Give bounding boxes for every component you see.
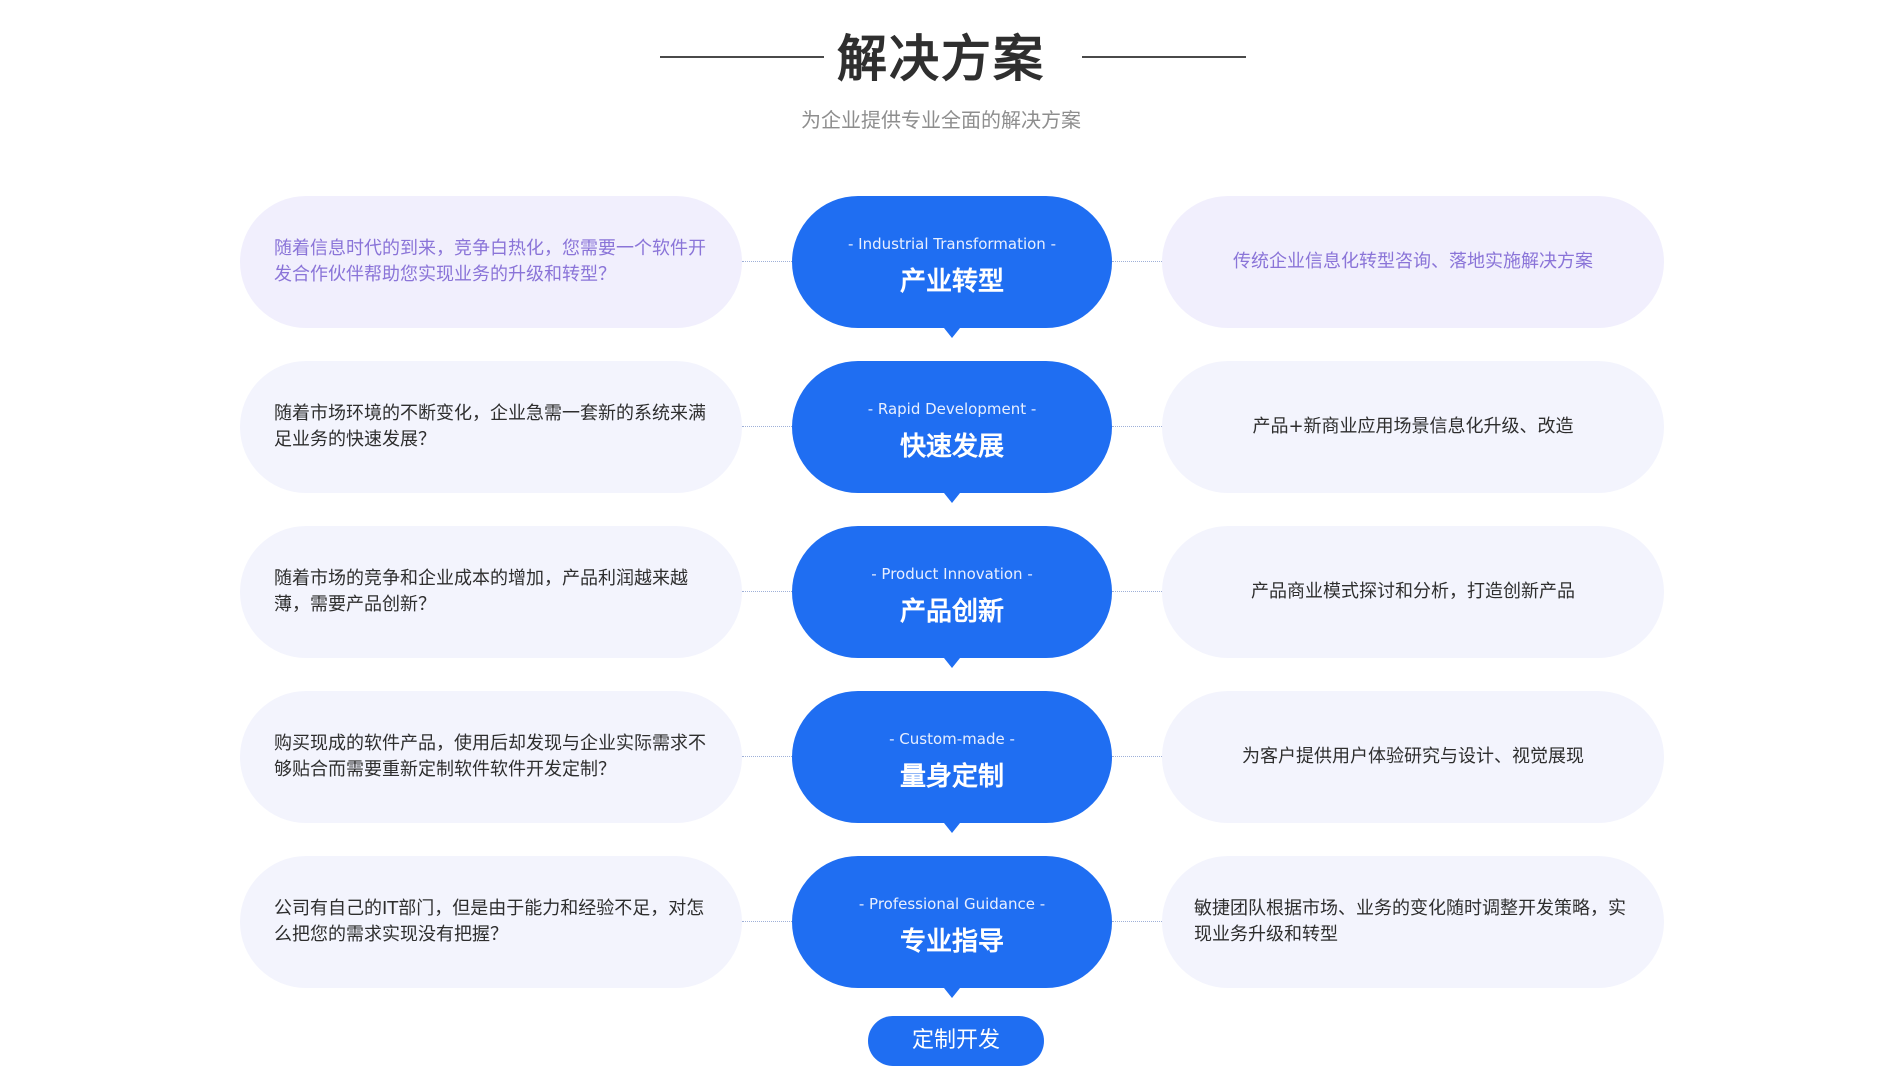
- connector-line-left: [742, 426, 792, 427]
- solution-pill-title: 快速发展: [899, 432, 1004, 462]
- connector-line-right: [1112, 426, 1162, 427]
- solution-row-custom-made: 购买现成的软件产品，使用后却发现与企业实际需求不够贴合而需要重新定制软件软件开发…: [0, 691, 1882, 833]
- solution-pill-english: - Custom-made -: [889, 730, 1015, 748]
- solution-bubble: 敏捷团队根据市场、业务的变化随时调整开发策略，实现业务升级和转型: [1162, 856, 1664, 988]
- solution-pill-professional-guidance[interactable]: - Professional Guidance - 专业指导: [792, 856, 1112, 998]
- connector-line-left: [742, 261, 792, 262]
- solution-text: 传统企业信息化转型咨询、落地实施解决方案: [1233, 251, 1593, 272]
- connector-line-right: [1112, 756, 1162, 757]
- solution-pill-english: - Professional Guidance -: [858, 895, 1046, 913]
- problem-text: 随着市场的竞争和企业成本的增加，产品利润越来越薄，需要产品创新？: [274, 568, 688, 615]
- solution-row-professional-guidance: 公司有自己的IT部门，但是由于能力和经验不足，对怎么把您的需求实现没有把握？ -…: [0, 856, 1882, 998]
- solution-pill-rapid-development[interactable]: - Rapid Development - 快速发展: [792, 361, 1112, 503]
- connector-line-left: [742, 591, 792, 592]
- solution-bubble: 传统企业信息化转型咨询、落地实施解决方案: [1162, 196, 1664, 328]
- page-title: 解决方案: [837, 30, 1045, 88]
- solution-row-rapid-development: 随着市场环境的不断变化，企业急需一套新的系统来满足业务的快速发展？ - Rapi…: [0, 361, 1882, 503]
- problem-bubble: 公司有自己的IT部门，但是由于能力和经验不足，对怎么把您的需求实现没有把握？: [240, 856, 742, 988]
- solution-pill-title: 产业转型: [899, 267, 1004, 297]
- connector-line-left: [742, 756, 792, 757]
- solution-bubble: 产品商业模式探讨和分析，打造创新产品: [1162, 526, 1664, 658]
- connector-line-right: [1112, 921, 1162, 922]
- connector-line-left: [742, 921, 792, 922]
- connector-line-right: [1112, 261, 1162, 262]
- solution-pill-english: - Product Innovation -: [871, 565, 1033, 583]
- solution-row-product-innovation: 随着市场的竞争和企业成本的增加，产品利润越来越薄，需要产品创新？ - Produ…: [0, 526, 1882, 668]
- solution-text: 产品商业模式探讨和分析，打造创新产品: [1251, 581, 1575, 602]
- solution-pill-title: 量身定制: [899, 762, 1004, 792]
- solution-pill-title: 专业指导: [899, 927, 1004, 957]
- solution-pill-title: 产品创新: [899, 597, 1004, 627]
- solution-bubble: 产品+新商业应用场景信息化升级、改造: [1162, 361, 1664, 493]
- problem-text: 随着市场环境的不断变化，企业急需一套新的系统来满足业务的快速发展？: [274, 403, 706, 450]
- problem-bubble: 购买现成的软件产品，使用后却发现与企业实际需求不够贴合而需要重新定制软件软件开发…: [240, 691, 742, 823]
- solutions-section: 解决方案 为企业提供专业全面的解决方案 随着信息时代的到来，竞争白热化，您需要一…: [0, 0, 1882, 1075]
- problem-text: 购买现成的软件产品，使用后却发现与企业实际需求不够贴合而需要重新定制软件软件开发…: [274, 733, 706, 780]
- problem-bubble: 随着市场环境的不断变化，企业急需一套新的系统来满足业务的快速发展？: [240, 361, 742, 493]
- solution-text: 为客户提供用户体验研究与设计、视觉展现: [1242, 746, 1584, 767]
- problem-bubble: 随着信息时代的到来，竞争白热化，您需要一个软件开发合作伙伴帮助您实现业务的升级和…: [240, 196, 742, 328]
- solution-pill-english: - Industrial Transformation -: [847, 235, 1056, 253]
- page-subtitle: 为企业提供专业全面的解决方案: [801, 108, 1081, 132]
- solution-pill-custom-made[interactable]: - Custom-made - 量身定制: [792, 691, 1112, 833]
- solution-pill-industrial-transformation[interactable]: - Industrial Transformation - 产业转型: [792, 196, 1112, 338]
- solution-bubble: 为客户提供用户体验研究与设计、视觉展现: [1162, 691, 1664, 823]
- solution-row-industrial-transformation: 随着信息时代的到来，竞争白热化，您需要一个软件开发合作伙伴帮助您实现业务的升级和…: [0, 196, 1882, 338]
- custom-development-button[interactable]: 定制开发: [868, 1016, 1044, 1066]
- connector-line-right: [1112, 591, 1162, 592]
- solution-text: 敏捷团队根据市场、业务的变化随时调整开发策略，实现业务升级和转型: [1194, 898, 1626, 945]
- title-decoration-right: [1082, 56, 1246, 58]
- solution-text: 产品+新商业应用场景信息化升级、改造: [1252, 416, 1574, 437]
- solution-pill-product-innovation[interactable]: - Product Innovation - 产品创新: [792, 526, 1112, 668]
- problem-text: 随着信息时代的到来，竞争白热化，您需要一个软件开发合作伙伴帮助您实现业务的升级和…: [274, 238, 706, 285]
- problem-bubble: 随着市场的竞争和企业成本的增加，产品利润越来越薄，需要产品创新？: [240, 526, 742, 658]
- solution-pill-english: - Rapid Development -: [867, 400, 1037, 418]
- problem-text: 公司有自己的IT部门，但是由于能力和经验不足，对怎么把您的需求实现没有把握？: [274, 898, 705, 945]
